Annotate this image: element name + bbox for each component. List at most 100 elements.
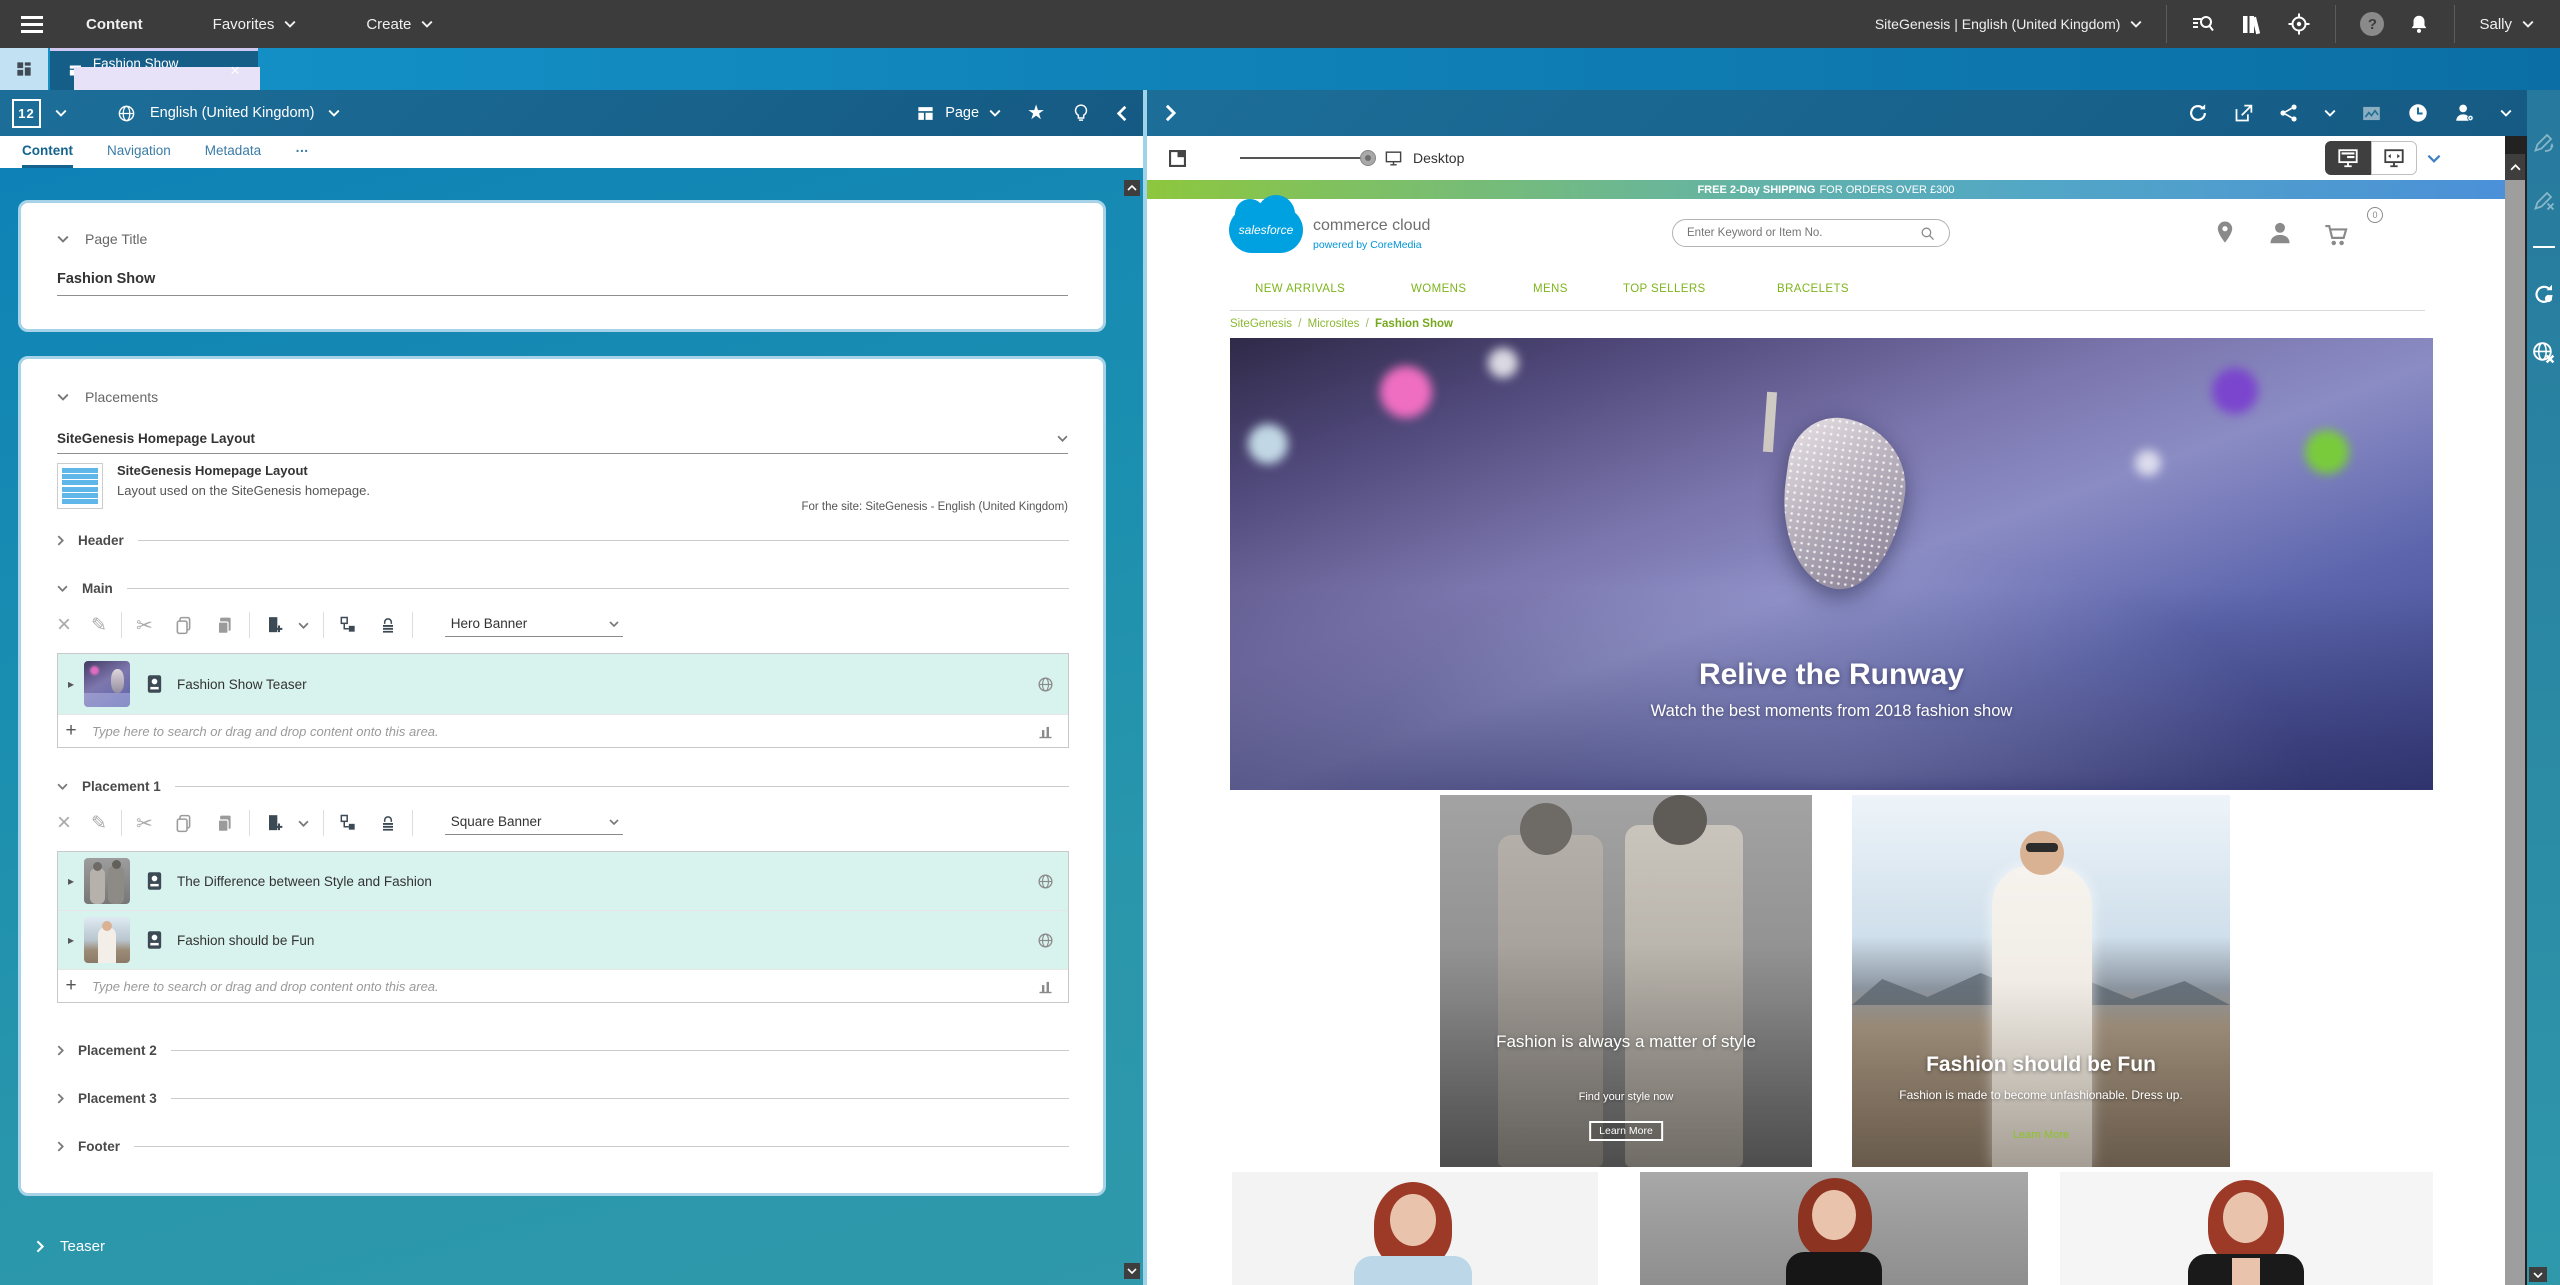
expand-arrow-icon[interactable]: ▸	[58, 677, 84, 691]
layout-item-title[interactable]: SiteGenesis Homepage Layout	[117, 463, 308, 478]
product-image[interactable]	[1232, 1172, 1598, 1285]
user-settings-icon[interactable]	[2453, 102, 2476, 124]
nav-bracelets[interactable]: BRACELETS	[1777, 283, 1849, 295]
nav-womens[interactable]: WOMENS	[1411, 283, 1466, 295]
translation-globe-icon[interactable]	[1037, 932, 1054, 949]
edit-pencil-icon[interactable]: ✎	[91, 614, 107, 637]
delete-icon[interactable]: ×	[57, 811, 71, 835]
home-tab[interactable]	[0, 48, 48, 90]
copy-icon[interactable]	[173, 615, 194, 636]
account-person-icon[interactable]	[2267, 220, 2293, 246]
locale-label[interactable]: English (United Kingdom)	[150, 105, 314, 121]
chevron-down-icon[interactable]	[298, 622, 309, 629]
preview-mode-responsive-button[interactable]	[2371, 141, 2417, 175]
magnifier-icon[interactable]	[1919, 225, 1936, 242]
favorite-star-icon[interactable]: ★	[1027, 103, 1045, 123]
menu-content[interactable]: Content	[86, 16, 143, 33]
add-document-icon[interactable]	[264, 813, 284, 834]
translation-globe-icon[interactable]	[1037, 873, 1054, 890]
menu-favorites[interactable]: Favorites	[213, 16, 297, 33]
product-image[interactable]	[2060, 1172, 2433, 1285]
list-item-fashion-fun[interactable]: ▸ Fashion should be Fun	[58, 911, 1068, 970]
hero-banner[interactable]: Relive the Runway Watch the best moments…	[1230, 338, 2433, 790]
chevron-down-icon[interactable]	[2500, 109, 2512, 117]
square-banner-fun[interactable]: Fashion should be Fun Fashion is made to…	[1852, 795, 2230, 1167]
collapse-left-icon[interactable]	[1117, 105, 1127, 122]
preview-scroll-up-button[interactable]	[2505, 154, 2525, 180]
square-banner-style[interactable]: Fashion is always a matter of style Find…	[1440, 795, 1812, 1167]
link-structure-icon[interactable]	[338, 813, 358, 833]
delete-icon[interactable]: ×	[57, 613, 71, 637]
dashboard-target-icon[interactable]	[2287, 12, 2311, 36]
user-menu[interactable]: Sally	[2479, 16, 2534, 33]
cut-scissors-icon[interactable]: ✂	[136, 613, 153, 638]
scroll-down-button[interactable]	[1124, 1263, 1140, 1279]
section-main[interactable]: Main	[57, 581, 1069, 596]
strip-scroll-down-button[interactable]	[2529, 1267, 2547, 1282]
page-title-input[interactable]: Fashion Show	[57, 271, 1068, 296]
expand-right-icon[interactable]	[1165, 104, 1176, 122]
link-structure-icon[interactable]	[338, 615, 358, 635]
list-item-fashion-show-teaser[interactable]: ▸ Fashion Show Teaser	[58, 654, 1068, 715]
lightbulb-icon[interactable]	[1071, 102, 1091, 124]
teaser-group-header[interactable]: Teaser	[36, 1238, 105, 1255]
open-in-new-icon[interactable]	[2233, 103, 2254, 124]
bookmarks-icon[interactable]	[2239, 12, 2263, 36]
refresh-icon[interactable]	[2187, 102, 2209, 124]
product-image[interactable]	[1640, 1172, 2028, 1285]
chevron-down-icon[interactable]	[2324, 109, 2336, 117]
cut-scissors-icon[interactable]: ✂	[136, 811, 153, 836]
chevron-down-icon[interactable]	[2427, 154, 2441, 163]
search-library-icon[interactable]	[2191, 12, 2215, 36]
analytics-chart-icon[interactable]	[1037, 723, 1054, 740]
globe-remove-icon[interactable]	[2531, 340, 2556, 365]
section-placement-1[interactable]: Placement 1	[57, 779, 1069, 794]
main-menu-button[interactable]	[0, 0, 64, 48]
lock-levels-icon[interactable]	[378, 813, 398, 834]
breadcrumb-microsites[interactable]: Microsites	[1308, 318, 1360, 330]
main-dropzone[interactable]: + Type here to search or drag and drop c…	[58, 715, 1068, 747]
nav-new-arrivals[interactable]: NEW ARRIVALS	[1255, 283, 1345, 295]
placement1-view-selector[interactable]: Square Banner	[445, 811, 623, 835]
breadcrumb-sitegenesis[interactable]: SiteGenesis	[1230, 318, 1292, 330]
add-document-icon[interactable]	[264, 615, 284, 636]
tab-content[interactable]: Content	[22, 136, 73, 168]
layout-selector[interactable]: SiteGenesis Homepage Layout	[57, 431, 1068, 454]
nav-top-sellers[interactable]: TOP SELLERS	[1623, 283, 1706, 295]
nav-mens[interactable]: MENS	[1533, 283, 1568, 295]
view-selector[interactable]: Page	[916, 104, 1001, 123]
menu-create[interactable]: Create	[366, 16, 433, 33]
paste-icon[interactable]	[214, 615, 235, 636]
main-view-selector[interactable]: Hero Banner	[445, 613, 623, 637]
site-selector[interactable]: SiteGenesis | English (United Kingdom)	[1875, 16, 2143, 32]
device-size-slider[interactable]	[1240, 157, 1368, 159]
analytics-chart-icon[interactable]	[1037, 978, 1054, 995]
salesforce-logo[interactable]: salesforce	[1229, 207, 1303, 253]
chevron-down-icon[interactable]	[55, 109, 67, 117]
close-tab-icon[interactable]: ×	[230, 62, 240, 79]
store-locator-pin-icon[interactable]	[2213, 218, 2237, 246]
store-search-input[interactable]	[1672, 219, 1950, 247]
discard-changes-pen-icon[interactable]	[2532, 188, 2556, 212]
copy-icon[interactable]	[173, 813, 194, 834]
slider-knob[interactable]	[1360, 150, 1376, 166]
section-header-collapsed[interactable]: Header	[57, 533, 1069, 548]
square1-learn-more-button[interactable]: Learn More	[1589, 1121, 1663, 1141]
frame-layout-icon[interactable]	[1167, 148, 1188, 169]
image-preview-icon[interactable]	[2360, 103, 2383, 124]
list-item-style-fashion[interactable]: ▸ The Difference between Style and Fashi…	[58, 852, 1068, 911]
placement1-dropzone[interactable]: + Type here to search or drag and drop c…	[58, 970, 1068, 1002]
apply-changes-pen-icon[interactable]	[2532, 130, 2556, 154]
chevron-down-icon[interactable]	[298, 820, 309, 827]
placements-section-header[interactable]: Placements	[57, 389, 158, 405]
lock-levels-icon[interactable]	[378, 615, 398, 636]
tab-metadata[interactable]: Metadata	[205, 136, 261, 168]
cart-icon[interactable]	[2321, 221, 2351, 248]
section-placement-2[interactable]: Placement 2	[57, 1043, 1069, 1058]
sync-refresh-icon[interactable]	[2532, 282, 2556, 306]
scroll-up-button[interactable]	[1124, 180, 1140, 196]
tab-navigation[interactable]: Navigation	[107, 136, 171, 168]
chevron-down-icon[interactable]	[328, 109, 340, 117]
preview-mode-content-button[interactable]	[2325, 141, 2371, 175]
square2-learn-more-link[interactable]: Learn More	[1852, 1129, 2230, 1141]
